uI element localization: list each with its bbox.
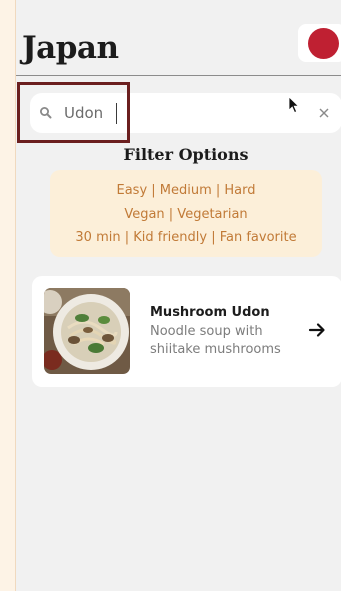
app-screen: Japan Filter Options Easy | Medium | Har… [15, 0, 341, 591]
recipe-image [44, 288, 130, 374]
page-title: Japan [22, 30, 119, 66]
recipe-card[interactable]: Mushroom Udon Noodle soup with shiitake … [32, 276, 341, 387]
filter-options-title: Filter Options [123, 145, 249, 164]
filter-difficulty[interactable]: Easy | Medium | Hard [50, 183, 322, 198]
filter-diet[interactable]: Vegan | Vegetarian [50, 207, 322, 222]
search-input[interactable] [64, 102, 294, 124]
search-icon [40, 107, 52, 119]
close-icon[interactable] [316, 105, 332, 121]
arrow-right-icon[interactable] [308, 322, 326, 338]
header: Japan [16, 0, 341, 76]
filter-tags[interactable]: 30 min | Kid friendly | Fan favorite [50, 230, 322, 245]
text-caret [116, 103, 117, 124]
japan-flag-icon [308, 28, 339, 59]
recipe-description: Noodle soup with shiitake mushrooms [150, 324, 281, 357]
mouse-pointer-icon [288, 96, 300, 114]
flag-button[interactable] [298, 24, 341, 62]
filter-options-panel: Easy | Medium | Hard Vegan | Vegetarian … [50, 170, 322, 257]
recipe-name: Mushroom Udon [150, 305, 270, 320]
